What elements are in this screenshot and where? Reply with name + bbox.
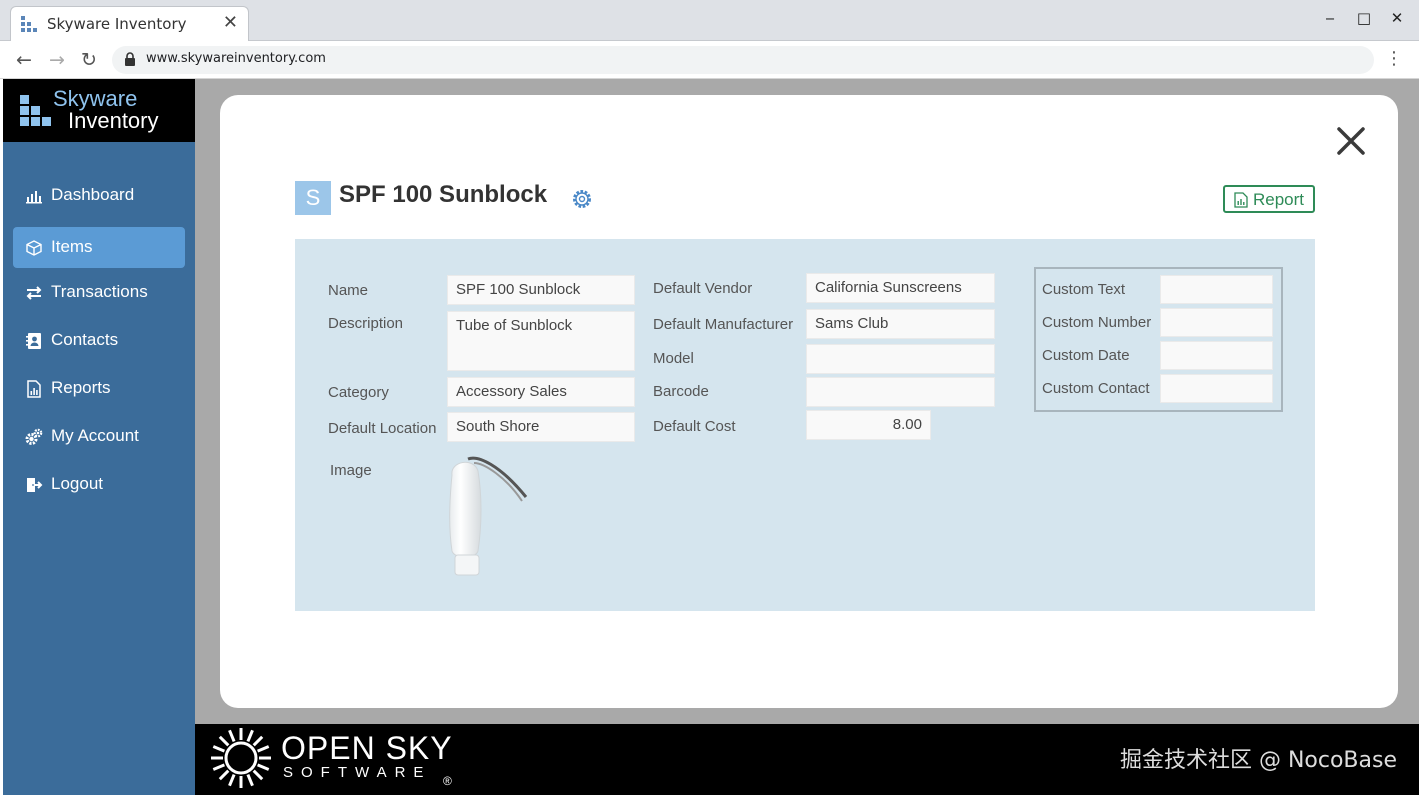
- model-field[interactable]: [806, 344, 995, 374]
- custom-number-field[interactable]: [1160, 308, 1273, 337]
- reload-button[interactable]: ↻: [77, 48, 101, 72]
- sidebar-item-items[interactable]: Items: [13, 227, 185, 268]
- name-label: Name: [328, 282, 369, 299]
- skyware-logo-icon: [20, 95, 51, 126]
- watermark-text: 掘金技术社区 @ NocoBase: [1119, 748, 1397, 773]
- model-label: Model: [653, 350, 694, 367]
- sidebar-item-label: Dashboard: [51, 185, 135, 204]
- browser-tab[interactable]: Skyware Inventory ✕: [10, 6, 249, 41]
- default-cost-label: Default Cost: [653, 418, 736, 435]
- sidebar-item-my-account[interactable]: My Account: [13, 416, 185, 457]
- report-file-icon: [1234, 192, 1248, 208]
- item-initial-badge: S: [295, 181, 331, 215]
- company-subtitle: SOFTWARE: [283, 764, 432, 781]
- forward-button[interactable]: →: [45, 48, 69, 72]
- report-icon: [27, 380, 41, 398]
- name-field[interactable]: SPF 100 Sunblock: [447, 275, 635, 305]
- sidebar-item-reports[interactable]: Reports: [13, 368, 185, 409]
- custom-text-label: Custom Text: [1042, 281, 1126, 298]
- category-field[interactable]: Accessory Sales: [447, 377, 635, 407]
- custom-fields-group: Custom Text Custom Number Custom Date Cu…: [1034, 267, 1283, 412]
- custom-number-label: Custom Number: [1042, 314, 1152, 331]
- default-location-value: South Shore: [456, 418, 540, 435]
- browser-tab-title: Skyware Inventory: [47, 15, 187, 33]
- image-label: Image: [330, 462, 372, 479]
- custom-date-label: Custom Date: [1042, 347, 1130, 364]
- sidebar-item-label: Reports: [51, 378, 111, 397]
- default-location-field[interactable]: South Shore: [447, 412, 635, 442]
- item-image[interactable]: [440, 455, 535, 585]
- bar-chart-icon: [26, 191, 42, 204]
- tab-close-icon[interactable]: ✕: [223, 13, 238, 33]
- sidebar-item-contacts[interactable]: Contacts: [13, 320, 185, 361]
- back-button[interactable]: ←: [12, 48, 36, 72]
- footer: OPEN SKY SOFTWARE ® 掘金技术社区 @ NocoBase: [195, 724, 1419, 795]
- default-location-label: Default Location: [328, 420, 437, 437]
- default-cost-value: 8.00: [892, 416, 922, 433]
- url-text: www.skywareinventory.com: [146, 51, 326, 66]
- item-detail-modal: S SPF 100 Sunblock Report Name SPF 100 S…: [220, 95, 1398, 708]
- sidebar-item-logout[interactable]: Logout: [13, 464, 185, 505]
- custom-date-field[interactable]: [1160, 341, 1273, 370]
- report-button-label: Report: [1253, 190, 1305, 209]
- custom-contact-label: Custom Contact: [1042, 380, 1150, 397]
- exchange-icon: [26, 286, 42, 300]
- default-manufacturer-label: Default Manufacturer: [653, 316, 794, 333]
- sidebar-item-dashboard[interactable]: Dashboard: [13, 175, 185, 216]
- default-cost-field[interactable]: 8.00: [806, 410, 931, 440]
- address-bar[interactable]: www.skywareinventory.com: [112, 46, 1374, 74]
- company-name: OPEN SKY: [281, 730, 453, 766]
- box-icon: [26, 240, 42, 256]
- gear-icon[interactable]: [571, 188, 593, 210]
- brand-name-line2: Inventory: [68, 108, 159, 133]
- default-vendor-value: California Sunscreens: [815, 279, 962, 296]
- barcode-field[interactable]: [806, 377, 995, 407]
- sidebar: Skyware Inventory Dashboard Items Transa…: [3, 79, 195, 795]
- custom-contact-field[interactable]: [1160, 374, 1273, 403]
- maximize-window-button[interactable]: □: [1349, 8, 1379, 28]
- category-label: Category: [328, 384, 389, 401]
- description-field[interactable]: Tube of Sunblock: [447, 311, 635, 371]
- sidebar-item-transactions[interactable]: Transactions: [13, 272, 185, 313]
- sidebar-item-label: Items: [51, 237, 93, 256]
- description-label: Description: [328, 315, 404, 332]
- default-vendor-label: Default Vendor: [653, 280, 753, 297]
- description-value: Tube of Sunblock: [456, 317, 573, 334]
- browser-toolbar: ← → ↻ www.skywareinventory.com ⋮: [0, 41, 1419, 79]
- brand-header[interactable]: Skyware Inventory: [3, 79, 195, 142]
- default-manufacturer-field[interactable]: Sams Club: [806, 309, 995, 339]
- custom-text-field[interactable]: [1160, 275, 1273, 304]
- browser-menu-icon[interactable]: ⋮: [1385, 49, 1403, 69]
- item-detail-panel: Name SPF 100 Sunblock Description Tube o…: [295, 239, 1315, 611]
- lock-icon: [125, 52, 135, 66]
- sidebar-item-label: Transactions: [51, 282, 148, 301]
- app-favicon-icon: [21, 16, 37, 32]
- sidebar-item-label: My Account: [51, 426, 139, 445]
- close-icon[interactable]: [1335, 125, 1367, 157]
- name-value: SPF 100 Sunblock: [456, 281, 581, 298]
- default-manufacturer-value: Sams Club: [815, 315, 889, 332]
- close-window-button[interactable]: ✕: [1382, 8, 1412, 28]
- page-title: SPF 100 Sunblock: [339, 181, 548, 208]
- open-sky-sun-logo-icon: [211, 728, 271, 788]
- registered-mark: ®: [443, 774, 452, 788]
- address-book-icon: [26, 333, 41, 349]
- browser-tab-bar: Skyware Inventory ✕ ‒ □ ✕: [0, 0, 1419, 41]
- cogs-icon: [25, 428, 43, 445]
- sidebar-item-label: Contacts: [51, 330, 119, 349]
- report-button[interactable]: Report: [1223, 185, 1315, 213]
- sidebar-item-label: Logout: [51, 474, 103, 493]
- category-value: Accessory Sales: [456, 383, 567, 400]
- barcode-label: Barcode: [653, 383, 709, 400]
- default-vendor-field[interactable]: California Sunscreens: [806, 273, 995, 303]
- minimize-window-button[interactable]: ‒: [1315, 8, 1345, 28]
- sign-out-icon: [27, 478, 43, 492]
